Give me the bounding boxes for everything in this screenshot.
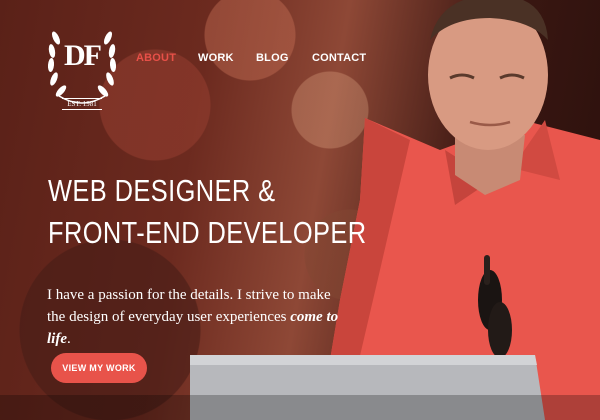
logo[interactable]: DF EST. 1981 (47, 18, 117, 116)
sunglasses-lens-2 (488, 302, 512, 358)
nav-item-blog[interactable]: BLOG (256, 52, 289, 64)
laptop-highlight (190, 355, 537, 365)
headline-line-1: WEB DESIGNER & (48, 173, 276, 208)
nav-item-about[interactable]: ABOUT (136, 52, 176, 64)
tagline-end: . (67, 331, 71, 347)
nav-item-work[interactable]: WORK (198, 52, 234, 64)
logo-established: EST. 1981 (67, 100, 97, 108)
headline-line-2: FRONT-END DEVELOPER (48, 215, 367, 250)
tagline-text: I have a passion for the details. I stri… (47, 287, 331, 325)
logo-monogram: DF (64, 39, 102, 72)
view-my-work-button[interactable]: VIEW MY WORK (51, 353, 147, 383)
hero-headline: WEB DESIGNER & FRONT-END DEVELOPER (48, 170, 367, 254)
nav-item-contact[interactable]: CONTACT (312, 52, 366, 64)
hero-section: DF EST. 1981 ABOUT WORK BLOG CONTACT WEB… (0, 0, 600, 420)
sunglasses-frame (484, 255, 490, 285)
hero-tagline: I have a passion for the details. I stri… (47, 284, 347, 350)
